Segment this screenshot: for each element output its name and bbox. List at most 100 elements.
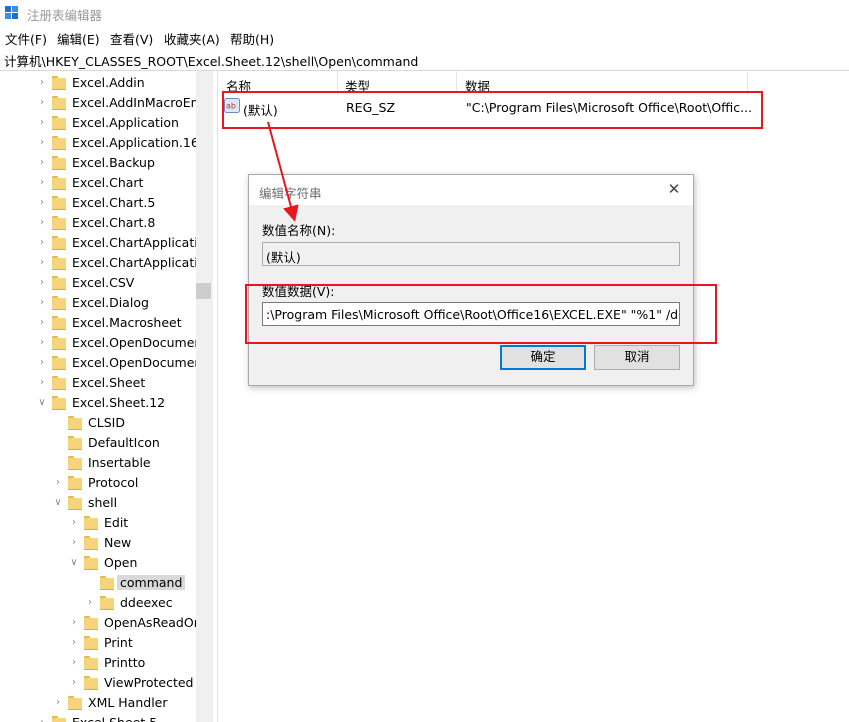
value-row-default[interactable]: ab (默认) REG_SZ "C:\Program Files\Microso… <box>221 97 761 118</box>
tree-scrollbar[interactable] <box>196 71 213 722</box>
tree-item[interactable]: › Excel.Application <box>0 113 200 133</box>
tree-item[interactable]: › ViewProtected <box>0 673 200 693</box>
tree-item[interactable]: › OpenAsReadOr <box>0 613 200 633</box>
tree-item[interactable]: › Excel.Application.16 <box>0 133 200 153</box>
tree-item[interactable]: › Excel.ChartApplication <box>0 233 213 253</box>
tree-item[interactable]: › Excel.Chart.8 <box>0 213 200 233</box>
chevron-right-icon[interactable]: › <box>36 297 48 309</box>
registry-editor-icon <box>5 6 18 19</box>
tree-item[interactable]: › Excel.AddInMacroEna <box>0 93 206 113</box>
column-type[interactable]: 类型 <box>345 76 370 95</box>
tree-item[interactable]: › Excel.Addin <box>0 73 200 93</box>
menu-help[interactable]: 帮助(H) <box>230 29 274 48</box>
tree-item[interactable]: › Excel.Sheet <box>0 373 200 393</box>
menu-favorites[interactable]: 收藏夹(A) <box>164 29 220 48</box>
tree-item[interactable]: › Excel.Macrosheet <box>0 313 200 333</box>
tree-item[interactable]: DefaultIcon <box>0 433 200 453</box>
chevron-down-icon[interactable]: ∨ <box>68 557 80 569</box>
ok-button[interactable]: 确定 <box>500 345 586 370</box>
chevron-right-icon[interactable]: › <box>36 117 48 129</box>
tree-item[interactable]: › New <box>0 533 200 553</box>
chevron-right-icon[interactable]: › <box>68 637 80 649</box>
tree-item-label: New <box>104 535 132 550</box>
tree-item-label: Excel.Backup <box>72 155 155 170</box>
key-tree[interactable]: › Excel.Addin › Excel.AddInMacroEna › Excel.A… <box>0 71 213 722</box>
cancel-button[interactable]: 取消 <box>594 345 680 370</box>
tree-item[interactable]: › Excel.Dialog <box>0 293 200 313</box>
chevron-right-icon[interactable]: › <box>36 337 48 349</box>
value-data: "C:\Program Files\Microsoft Office\Root\… <box>466 100 753 115</box>
tree-item[interactable]: › Excel.Chart.5 <box>0 193 200 213</box>
tree-item[interactable]: › Print <box>0 633 200 653</box>
chevron-right-icon[interactable]: › <box>36 317 48 329</box>
tree-item[interactable]: › Excel.OpenDocument <box>0 333 207 353</box>
chevron-right-icon[interactable]: › <box>36 717 48 722</box>
chevron-right-icon[interactable]: › <box>36 197 48 209</box>
tree-item[interactable]: Insertable <box>0 453 200 473</box>
folder-icon <box>52 176 66 190</box>
tree-item[interactable]: › Excel.OpenDocument <box>0 353 207 373</box>
chevron-right-icon[interactable]: › <box>36 177 48 189</box>
chevron-right-icon[interactable]: › <box>36 257 48 269</box>
column-data[interactable]: 数据 <box>465 76 490 95</box>
chevron-right-icon[interactable]: › <box>36 217 48 229</box>
folder-icon <box>52 236 66 250</box>
menu-file[interactable]: 文件(F) <box>5 29 47 48</box>
chevron-right-icon[interactable]: › <box>36 237 48 249</box>
tree-item-label: Excel.CSV <box>72 275 135 290</box>
chevron-right-icon[interactable]: › <box>36 377 48 389</box>
chevron-right-icon[interactable]: › <box>36 137 48 149</box>
tree-item[interactable]: › Excel.Backup <box>0 153 200 173</box>
tree-item[interactable]: ∨ shell <box>0 493 200 513</box>
chevron-right-icon[interactable]: › <box>68 677 80 689</box>
tree-item[interactable]: › Edit <box>0 513 200 533</box>
chevron-right-icon[interactable]: › <box>36 157 48 169</box>
tree-item[interactable]: › ddeexec <box>0 593 200 613</box>
tree-item-label: Edit <box>104 515 129 530</box>
address-bar[interactable]: 计算机\HKEY_CLASSES_ROOT\Excel.Sheet.12\she… <box>0 48 849 71</box>
chevron-right-icon[interactable]: › <box>52 697 64 709</box>
chevron-right-icon[interactable]: › <box>68 657 80 669</box>
tree-item[interactable]: › Excel.Sheet.5 <box>0 713 200 722</box>
chevron-down-icon[interactable]: ∨ <box>52 497 64 509</box>
column-separator[interactable] <box>747 71 748 93</box>
column-name[interactable]: 名称 <box>226 76 251 95</box>
chevron-down-icon[interactable]: ∨ <box>36 397 48 409</box>
tree-item[interactable]: ∨ Open <box>0 553 200 573</box>
chevron-right-icon[interactable]: › <box>84 597 96 609</box>
chevron-right-icon[interactable]: › <box>52 477 64 489</box>
column-separator[interactable] <box>456 71 457 93</box>
tree-item-label: Excel.Sheet.5 <box>72 715 157 722</box>
chevron-right-icon[interactable]: › <box>68 617 80 629</box>
tree-item-label: Insertable <box>88 455 151 470</box>
chevron-right-icon[interactable]: › <box>36 77 48 89</box>
tree-item-label: DefaultIcon <box>88 435 160 450</box>
chevron-right-icon[interactable]: › <box>36 357 48 369</box>
folder-icon <box>68 436 82 450</box>
tree-item[interactable]: command <box>0 573 200 593</box>
close-icon[interactable]: ✕ <box>663 178 685 200</box>
chevron-right-icon[interactable]: › <box>68 537 80 549</box>
menu-edit[interactable]: 编辑(E) <box>57 29 100 48</box>
tree-item[interactable]: › Protocol <box>0 473 200 493</box>
tree-item[interactable]: › XML Handler <box>0 693 200 713</box>
tree-item[interactable]: › Excel.ChartApplication <box>0 253 213 273</box>
chevron-right-icon[interactable]: › <box>68 517 80 529</box>
value-data-field[interactable]: :\Program Files\Microsoft Office\Root\Of… <box>262 302 680 326</box>
tree-item[interactable]: › Printto <box>0 653 200 673</box>
tree-item[interactable]: CLSID <box>0 413 200 433</box>
pane-splitter[interactable] <box>217 71 218 722</box>
chevron-right-icon[interactable]: › <box>36 277 48 289</box>
folder-icon <box>68 496 82 510</box>
menu-view[interactable]: 查看(V) <box>110 29 153 48</box>
tree-item[interactable]: › Excel.CSV <box>0 273 200 293</box>
tree-scroll-thumb[interactable] <box>196 283 211 299</box>
column-separator[interactable] <box>337 71 338 93</box>
address-path[interactable]: 计算机\HKEY_CLASSES_ROOT\Excel.Sheet.12\she… <box>4 51 418 70</box>
tree-item[interactable]: › Excel.Chart <box>0 173 200 193</box>
chevron-right-icon[interactable]: › <box>36 97 48 109</box>
folder-icon <box>52 356 66 370</box>
tree-item-label: ViewProtected <box>104 675 194 690</box>
tree-item[interactable]: ∨ Excel.Sheet.12 <box>0 393 200 413</box>
folder-icon <box>84 516 98 530</box>
